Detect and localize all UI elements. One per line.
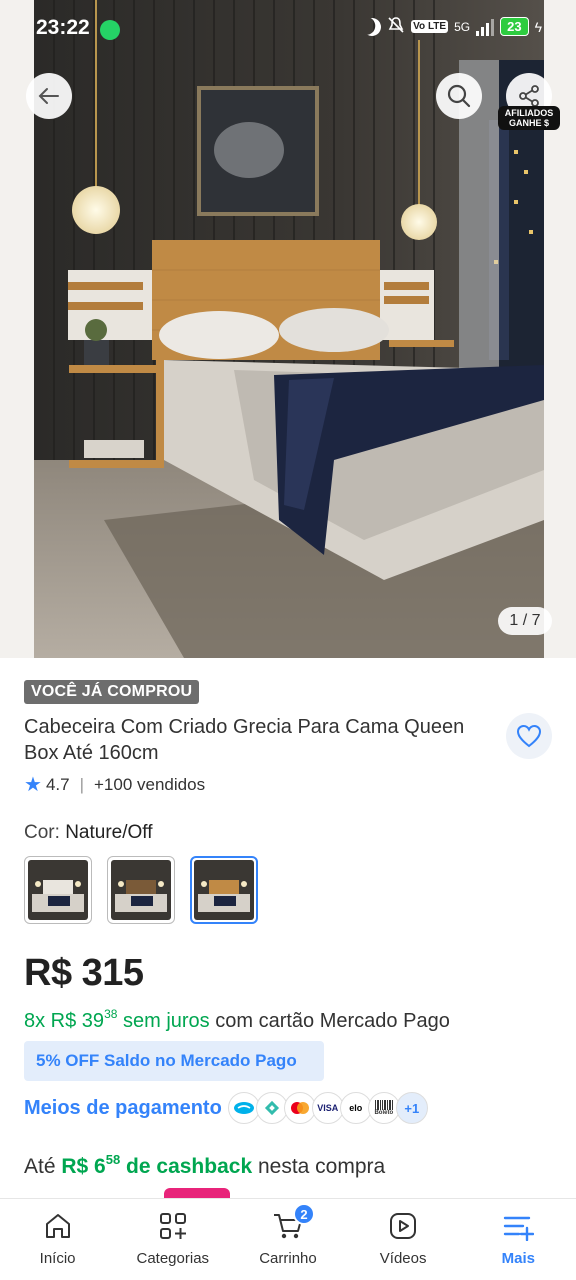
status-indicators: Vo LTE 5G 23 ϟ [363,16,542,37]
nav-item-categorias[interactable]: Categorias [123,1209,223,1267]
status-bar: 23:22 Vo LTE 5G 23 ϟ [0,0,576,58]
nav-label: Categorias [136,1250,210,1267]
whatsapp-icon [100,20,120,40]
nav-label: Vídeos [379,1250,427,1267]
color-swatch[interactable] [107,856,175,924]
volte-icon: Vo LTE [411,20,449,33]
nav-label: Carrinho [259,1250,317,1267]
color-swatch-selected[interactable] [190,856,258,924]
nav-label: Início [39,1250,76,1267]
promo-chip: 5% OFF Saldo no Mercado Pago [24,1041,324,1081]
charging-icon: ϟ [534,18,542,35]
color-swatch[interactable] [24,856,92,924]
cashback-amount: R$ 658 de cashback [61,1152,253,1178]
separator: | [79,774,84,794]
bottom-navigation: Início Categorias 2 Carrinho Vídeos Mais [0,1198,576,1280]
status-time: 23:22 [36,16,90,39]
cashback-of: de cashback [126,1155,253,1178]
menu-icon [501,1209,535,1243]
nav-label: Mais [501,1250,536,1267]
rating-value: 4.7 [45,774,70,794]
cart-count-badge: 2 [292,1203,315,1225]
cashback-cents: 58 [105,1152,121,1167]
boleto-label: Boleto [374,1110,394,1116]
arrow-left-icon [38,88,59,104]
product-gallery[interactable]: 23:22 Vo LTE 5G 23 ϟ AFILIADOS GANHE $ 1… [0,0,576,658]
nav-item-mais[interactable]: Mais [468,1209,568,1267]
color-swatches [24,856,258,924]
afiliados-badge[interactable]: AFILIADOS GANHE $ [498,106,560,130]
payment-methods-link[interactable]: Meios de pagamento [24,1097,222,1120]
battery-icon: 23 [500,17,529,36]
nav-item-inicio[interactable]: Início [8,1209,108,1267]
cashback-info: Até R$ 658 de cashback nesta compra [24,1152,385,1179]
more-payments-chip[interactable]: +1 [395,1092,428,1124]
installments-cents: 38 [104,1007,118,1021]
product-price: R$ 315 [24,952,144,994]
product-page: 23:22 Vo LTE 5G 23 ϟ AFILIADOS GANHE $ 1… [0,0,576,1280]
heart-icon [516,724,542,748]
cashback-amount-main: R$ 6 [61,1155,106,1178]
categories-icon [156,1209,190,1243]
color-row: Cor: Nature/Off [24,822,153,844]
color-label: Cor: [24,822,60,843]
payment-methods-row: Meios de pagamento VISA elo Boleto +1 [24,1092,428,1124]
star-icon: ★ [24,774,42,796]
installments-interest: sem juros [122,1010,210,1032]
cashback-prefix: Até [24,1155,56,1178]
nav-item-videos[interactable]: Vídeos [353,1209,453,1267]
video-icon [386,1209,420,1243]
favorite-button[interactable] [506,713,552,759]
search-icon [447,84,471,108]
cashback-suffix: nesta compra [257,1155,386,1178]
mute-icon [387,16,405,37]
do-not-disturb-icon [361,15,384,38]
search-button[interactable] [436,73,482,119]
network-label: 5G [454,19,471,34]
installments-info: 8x R$ 3938 sem juros com cartão Mercado … [24,1007,450,1033]
product-title: Cabeceira Com Criado Grecia Para Cama Qu… [24,716,465,764]
color-value: Nature/Off [65,822,153,843]
installments-suffix: com cartão Mercado Pago [215,1010,450,1032]
back-button[interactable] [26,73,72,119]
installments-amount: 8x R$ 3938 [24,1007,118,1032]
installments-prefix: 8x R$ 39 [24,1010,105,1032]
sold-count: +100 vendidos [94,774,206,794]
signal-icon [476,18,495,36]
share-icon [519,85,539,107]
image-counter: 1 / 7 [498,607,552,635]
payment-icons: VISA elo Boleto +1 [227,1092,428,1124]
home-icon [41,1209,75,1243]
nav-item-carrinho[interactable]: 2 Carrinho [238,1203,338,1267]
rating-row[interactable]: ★ 4.7 | +100 vendidos [24,772,205,797]
purchased-tag: VOCÊ JÁ COMPROU [24,680,200,704]
